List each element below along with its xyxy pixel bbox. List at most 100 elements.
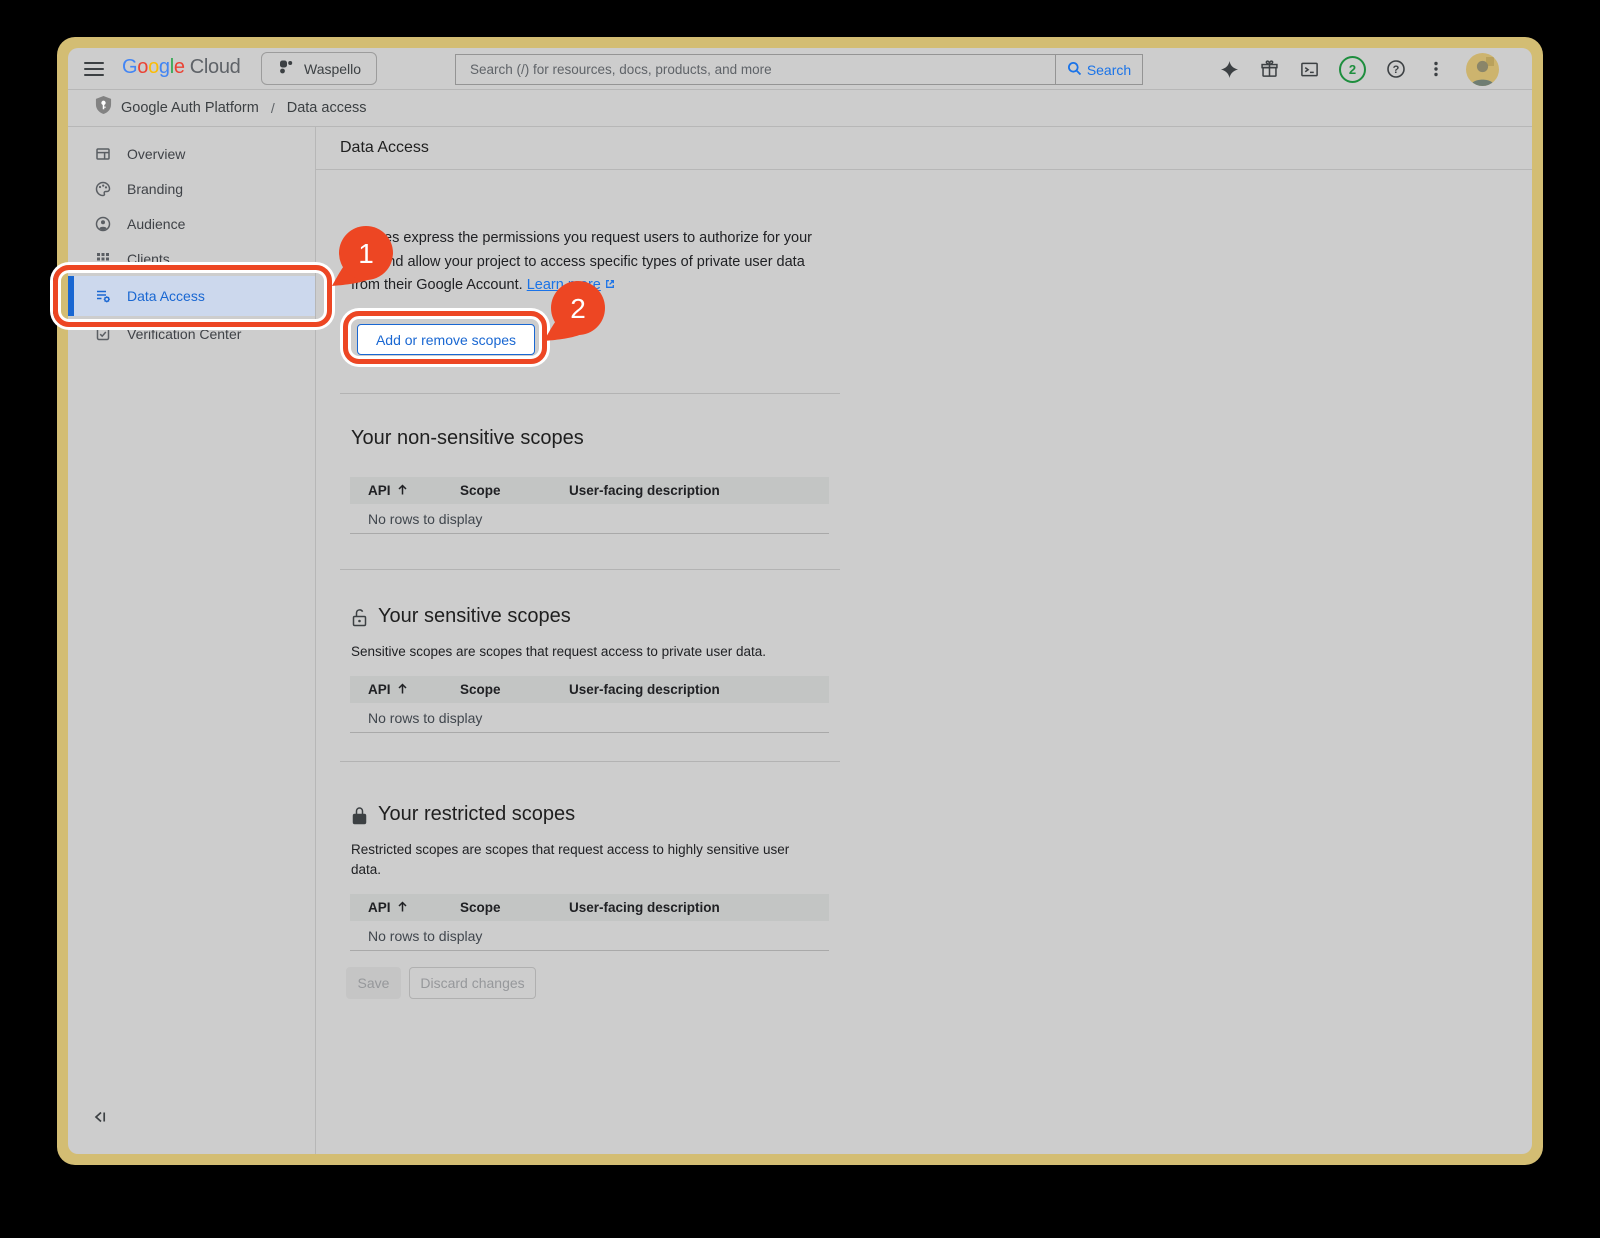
add-scopes-label: Add or remove scopes [376, 332, 516, 348]
section-title-text: Your sensitive scopes [378, 605, 571, 628]
search-button-label: Search [1087, 62, 1131, 78]
api-column-header[interactable]: API [350, 483, 460, 499]
overview-icon [95, 146, 111, 162]
search-bar: Search [455, 54, 1143, 85]
header-label: API [368, 682, 391, 697]
scope-column-header[interactable]: Scope [460, 900, 569, 915]
no-rows-text: No rows to display [368, 928, 482, 944]
sidebar-item-branding[interactable]: Branding [68, 171, 315, 206]
data-access-icon [95, 288, 111, 304]
google-cloud-logo[interactable]: GoogleCloud [122, 56, 241, 79]
sensitive-scopes-table: API Scope User-facing description No row… [350, 676, 829, 733]
sidebar-item-verification-center[interactable]: Verification Center [68, 316, 315, 351]
scopes-intro-text: Scopes express the permissions you reque… [351, 227, 825, 299]
search-input[interactable] [455, 54, 1056, 85]
verification-checkbox-icon [95, 326, 111, 342]
palette-icon [95, 181, 111, 197]
sidebar-item-label: Clients [127, 251, 170, 267]
notifications-badge[interactable]: 2 [1339, 56, 1366, 83]
user-avatar[interactable] [1466, 53, 1499, 86]
lock-open-icon [351, 608, 369, 628]
sensitive-scopes-title: Your sensitive scopes [351, 605, 571, 628]
sort-ascending-icon [397, 900, 408, 916]
header-label: Scope [460, 900, 501, 915]
header-label: User-facing description [569, 682, 720, 697]
section-divider [340, 393, 840, 394]
description-column-header[interactable]: User-facing description [569, 483, 829, 498]
sort-ascending-icon [397, 483, 408, 499]
table-header-row: API Scope User-facing description [350, 477, 829, 504]
section-title-text: Your non-sensitive scopes [351, 427, 584, 450]
section-divider [340, 761, 840, 762]
console-window: GoogleCloud Waspello Search 2 ? [68, 48, 1532, 1154]
scope-column-header[interactable]: Scope [460, 682, 569, 697]
page-title: Data Access [340, 139, 429, 157]
hamburger-menu-icon[interactable] [84, 59, 104, 79]
page-header: Data Access [316, 127, 1532, 170]
breadcrumb-current: Data access [287, 100, 367, 116]
description-column-header[interactable]: User-facing description [569, 682, 829, 697]
search-icon [1067, 61, 1082, 79]
page-body: Scopes express the permissions you reque… [316, 171, 1532, 1154]
add-or-remove-scopes-button[interactable]: Add or remove scopes [357, 324, 535, 355]
empty-table-row: No rows to display [350, 921, 829, 951]
sidebar-item-overview[interactable]: Overview [68, 136, 315, 171]
no-rows-text: No rows to display [368, 511, 482, 527]
header-label: API [368, 483, 391, 498]
sidebar-item-label: Verification Center [127, 326, 241, 342]
non-sensitive-scopes-title: Your non-sensitive scopes [351, 427, 584, 450]
svg-text:?: ? [1393, 64, 1400, 76]
project-name: Waspello [304, 61, 361, 77]
cloud-shell-icon[interactable] [1299, 59, 1319, 79]
sensitive-scopes-description: Sensitive scopes are scopes that request… [351, 642, 821, 662]
non-sensitive-scopes-table: API Scope User-facing description No row… [350, 477, 829, 534]
search-button[interactable]: Search [1056, 54, 1143, 85]
api-column-header[interactable]: API [350, 682, 460, 698]
save-button[interactable]: Save [346, 967, 401, 999]
sidebar-item-audience[interactable]: Audience [68, 206, 315, 241]
project-icon [277, 58, 294, 80]
top-app-bar: GoogleCloud Waspello Search 2 ? [68, 48, 1532, 90]
table-header-row: API Scope User-facing description [350, 676, 829, 703]
collapse-sidebar-icon[interactable] [91, 1108, 109, 1126]
main-content: Data Access Scopes express the permissio… [316, 127, 1532, 1154]
logo-letter: g [159, 56, 170, 78]
header-label: Scope [460, 682, 501, 697]
learn-more-link[interactable]: Learn more [527, 277, 616, 293]
logo-cloud-text: Cloud [190, 56, 241, 78]
sidebar-item-label: Audience [127, 216, 185, 232]
learn-more-label: Learn more [527, 277, 601, 293]
header-label: Scope [460, 483, 501, 498]
logo-letter: o [137, 56, 148, 78]
sidebar-item-data-access[interactable]: Data Access [68, 276, 315, 316]
description-column-header[interactable]: User-facing description [569, 900, 829, 915]
footer-actions: Save Discard changes [346, 967, 536, 999]
topbar-icon-group: 2 ? [1219, 48, 1499, 90]
gift-icon[interactable] [1259, 59, 1279, 79]
apps-grid-icon [95, 251, 111, 267]
sidebar-item-label: Overview [127, 146, 185, 162]
account-circle-icon [95, 216, 111, 232]
no-rows-text: No rows to display [368, 710, 482, 726]
breadcrumb-root[interactable]: Google Auth Platform [121, 100, 259, 116]
empty-table-row: No rows to display [350, 703, 829, 733]
restricted-scopes-title: Your restricted scopes [351, 803, 575, 826]
sidebar-item-clients[interactable]: Clients [68, 241, 315, 276]
external-link-icon [604, 275, 616, 299]
scope-column-header[interactable]: Scope [460, 483, 569, 498]
table-header-row: API Scope User-facing description [350, 894, 829, 921]
sidebar-nav: Overview Branding Audience Clients Data … [68, 127, 316, 1154]
restricted-scopes-table: API Scope User-facing description No row… [350, 894, 829, 951]
api-column-header[interactable]: API [350, 900, 460, 916]
gemini-spark-icon[interactable] [1219, 59, 1239, 79]
restricted-scopes-description: Restricted scopes are scopes that reques… [351, 840, 806, 880]
help-icon[interactable]: ? [1386, 59, 1406, 79]
project-selector[interactable]: Waspello [261, 52, 377, 85]
header-label: API [368, 900, 391, 915]
screenshot-stage: GoogleCloud Waspello Search 2 ? [0, 0, 1600, 1238]
notification-count: 2 [1349, 62, 1356, 77]
empty-table-row: No rows to display [350, 504, 829, 534]
header-label: User-facing description [569, 483, 720, 498]
discard-changes-button[interactable]: Discard changes [409, 967, 536, 999]
more-options-icon[interactable] [1426, 59, 1446, 79]
